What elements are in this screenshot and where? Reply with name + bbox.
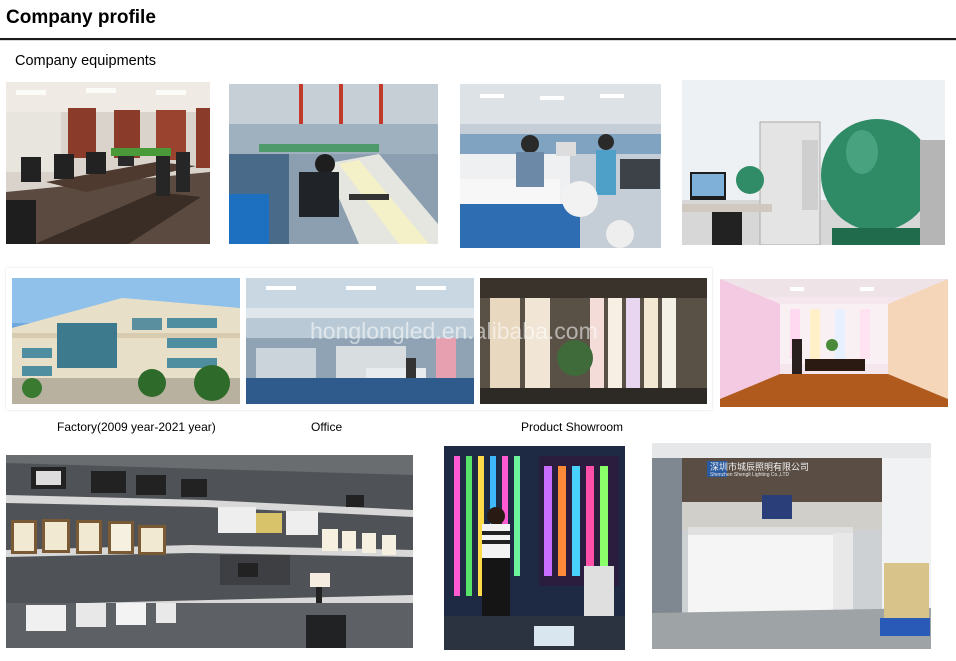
showroom-caption: Product Showroom [521, 420, 624, 434]
page-title: Company profile [6, 7, 156, 28]
factory-caption: Factory(2009 year-2021 year) [57, 420, 216, 434]
factory-building-photo [12, 278, 240, 404]
certificate-wall-photo [6, 455, 413, 648]
meeting-room-photo [6, 82, 210, 244]
company-sign-chinese: 深圳市城辰照明有限公司 [710, 462, 810, 472]
section-label: Company equipments [15, 53, 157, 69]
office-caption: Office [311, 420, 343, 434]
led-tube-display-photo [444, 446, 625, 650]
title-divider-shadow [0, 40, 956, 41]
assembly-workers-photo [460, 84, 661, 248]
company-sign-english: Shenzhen Shengli Lighting Co.,LTD [710, 472, 790, 478]
watermark: honglongled.en.alibaba.com [310, 318, 598, 344]
company-sign: 深圳市城辰照明有限公司 Shenzhen Shengli Lighting Co… [710, 462, 835, 482]
integrating-sphere-lab-photo [682, 80, 945, 245]
production-line-photo [229, 84, 438, 244]
led-display-room-photo [720, 279, 948, 407]
